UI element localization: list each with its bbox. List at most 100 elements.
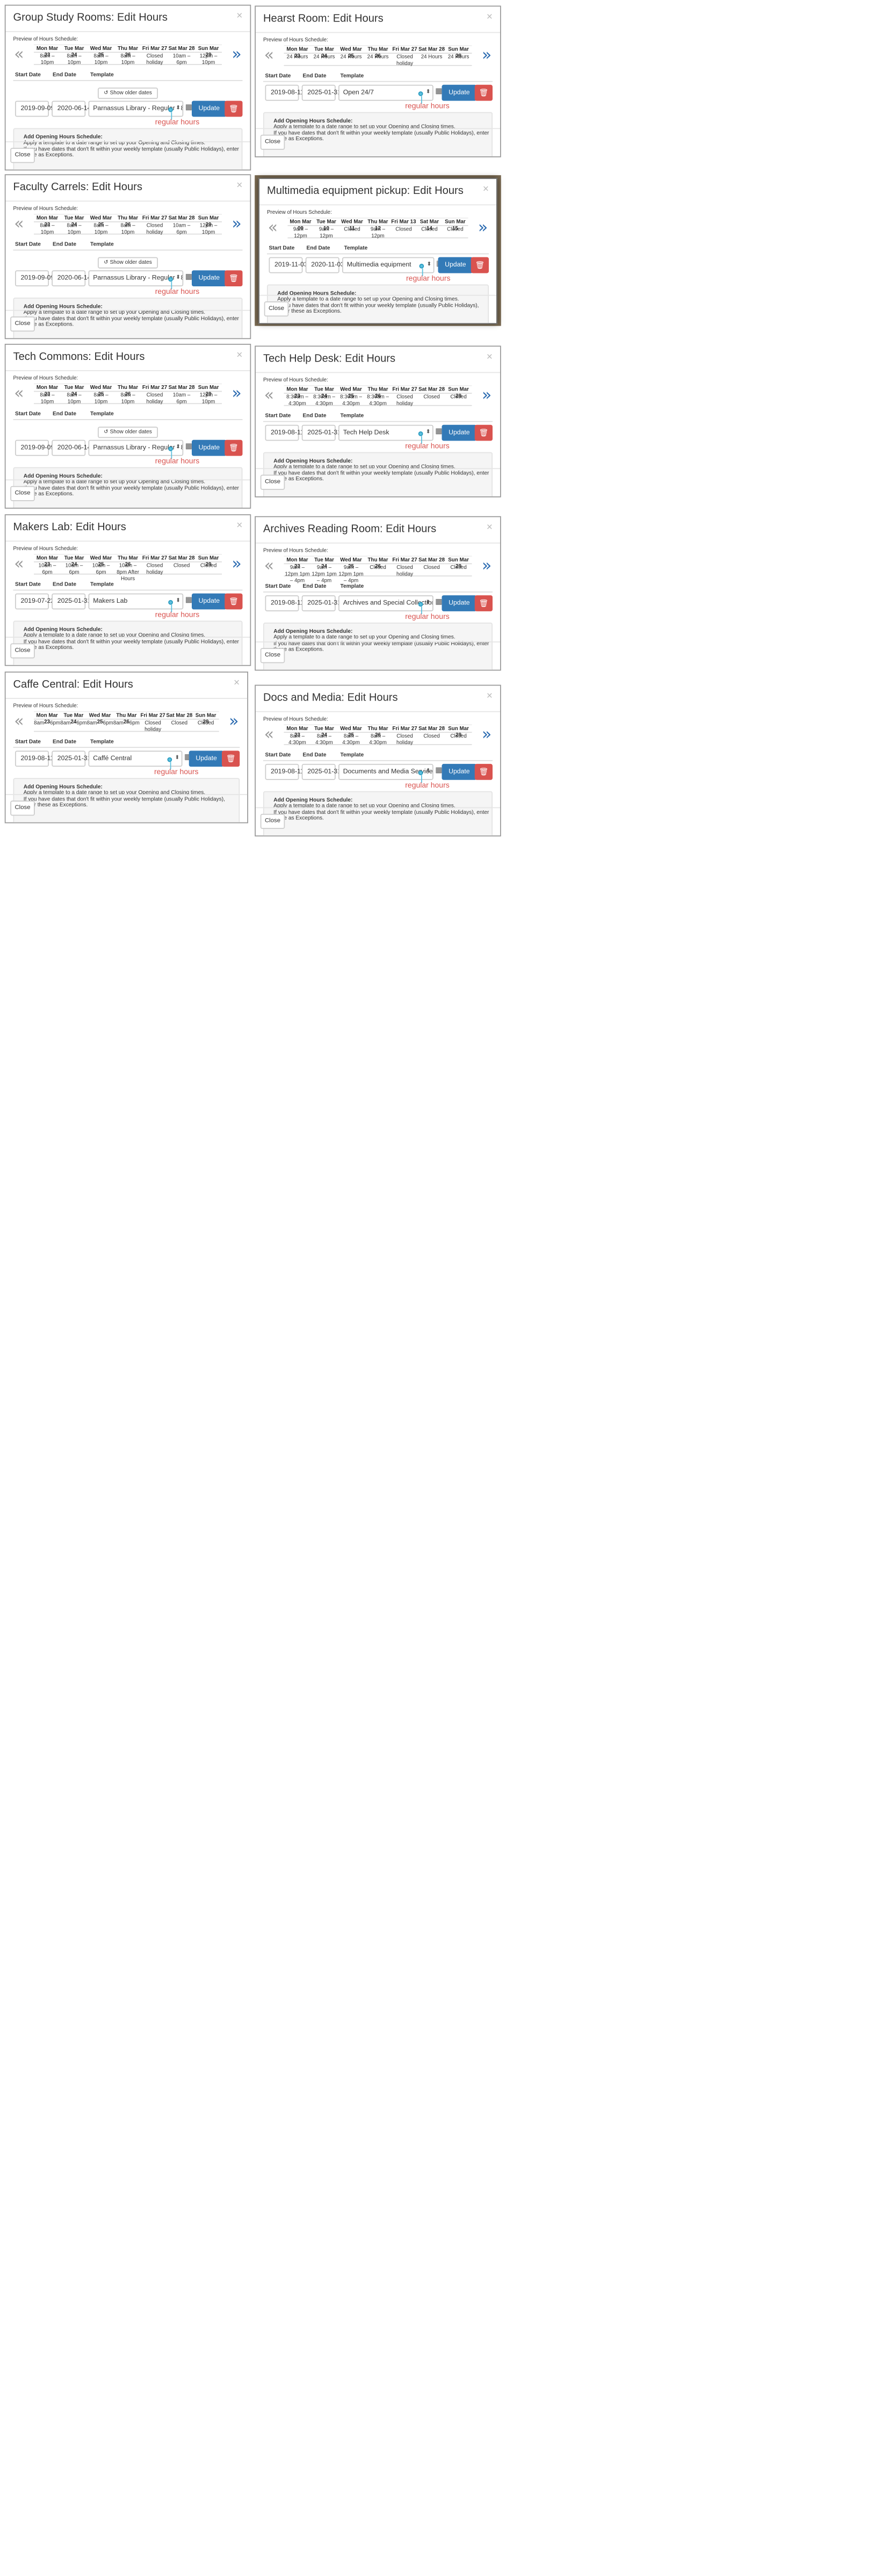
update-button[interactable]: Update xyxy=(192,100,227,117)
end-date-input[interactable]: 2020-06-14 xyxy=(52,439,91,456)
start-date-input[interactable]: 2019-08-11 xyxy=(265,84,304,101)
update-button[interactable]: Update xyxy=(192,439,227,456)
close-x-icon[interactable]: × xyxy=(487,690,493,702)
next-week-icon[interactable]: » xyxy=(482,45,491,66)
delete-button[interactable]: 🗑 xyxy=(225,270,243,287)
close-x-icon[interactable]: × xyxy=(236,349,242,360)
delete-button[interactable]: 🗑 xyxy=(225,439,243,456)
show-older-dates-button[interactable]: ↺ Show older dates xyxy=(98,88,158,99)
prev-week-icon[interactable]: « xyxy=(264,724,274,745)
close-button[interactable]: Close xyxy=(260,474,285,490)
start-date-input[interactable]: 2019-11-03 xyxy=(269,257,308,273)
prev-week-icon[interactable]: « xyxy=(14,214,24,235)
end-date-input[interactable]: 2025-01-31 xyxy=(301,84,341,101)
start-date-input[interactable]: 2019-09-09 xyxy=(15,100,54,117)
calendar-icon[interactable]: ▦ xyxy=(185,595,192,604)
update-button[interactable]: Update xyxy=(442,84,477,101)
next-week-icon[interactable]: » xyxy=(482,385,491,406)
calendar-icon[interactable]: ▦ xyxy=(185,103,192,111)
end-date-input[interactable]: 2025-01-31 xyxy=(301,763,341,780)
start-date-input[interactable]: 2019-07-22 xyxy=(15,593,54,610)
close-x-icon[interactable]: × xyxy=(487,351,493,363)
close-button[interactable]: Close xyxy=(260,134,285,150)
close-x-icon[interactable]: × xyxy=(234,677,240,689)
start-date-input[interactable]: 2019-08-11 xyxy=(265,595,304,611)
calendar-icon[interactable]: ▦ xyxy=(185,272,192,281)
update-button[interactable]: Update xyxy=(192,270,227,287)
calendar-icon[interactable]: ▦ xyxy=(185,442,192,450)
close-button[interactable]: Close xyxy=(260,813,285,829)
calendar-icon[interactable]: ▦ xyxy=(435,597,442,606)
next-week-icon[interactable]: » xyxy=(232,214,242,235)
next-week-icon[interactable]: » xyxy=(229,711,238,732)
next-week-icon[interactable]: » xyxy=(232,384,242,405)
delete-button[interactable]: 🗑 xyxy=(222,751,240,767)
delete-button[interactable]: 🗑 xyxy=(225,100,243,117)
day-name: Tue Mar 24 xyxy=(60,712,87,725)
close-x-icon[interactable]: × xyxy=(236,10,242,21)
update-button[interactable]: Update xyxy=(189,751,224,767)
delete-button[interactable]: 🗑 xyxy=(474,84,493,101)
close-button[interactable]: Close xyxy=(10,486,35,501)
end-date-input[interactable]: 2025-01-31 xyxy=(301,595,341,611)
end-date-input[interactable]: 2025-01-31 xyxy=(301,424,341,441)
prev-week-icon[interactable]: « xyxy=(264,45,274,66)
end-date-input[interactable]: 2020-06-14 xyxy=(52,270,91,287)
preview-day: Wed Mar 25 8:30am – 4:30pm xyxy=(337,386,365,407)
prev-week-icon[interactable]: « xyxy=(14,554,24,575)
end-date-input[interactable]: 2020-06-14 xyxy=(52,100,91,117)
close-button[interactable]: Close xyxy=(10,316,35,332)
next-week-icon[interactable]: » xyxy=(482,724,491,745)
day-hours: Closed xyxy=(200,563,217,569)
close-x-icon[interactable]: × xyxy=(483,184,489,195)
prev-week-icon[interactable]: « xyxy=(264,385,274,406)
delete-button[interactable]: 🗑 xyxy=(474,763,493,780)
delete-button[interactable]: 🗑 xyxy=(471,257,489,273)
modal-title: Tech Help Desk: Edit Hours xyxy=(263,353,396,365)
start-date-input[interactable]: 2019-09-09 xyxy=(15,439,54,456)
calendar-icon[interactable]: ▦ xyxy=(435,86,442,95)
close-button[interactable]: Close xyxy=(10,643,35,659)
delete-button[interactable]: 🗑 xyxy=(474,424,493,441)
close-button[interactable]: Close xyxy=(260,648,285,663)
close-button[interactable]: Close xyxy=(10,148,35,163)
calendar-icon[interactable]: ▦ xyxy=(435,766,442,774)
start-date-input[interactable]: 2019-08-11 xyxy=(15,751,54,767)
day-hours: 24 Hours xyxy=(286,54,308,61)
start-date-input[interactable]: 2019-08-11 xyxy=(265,763,304,780)
next-week-icon[interactable]: » xyxy=(232,44,242,65)
start-date-input[interactable]: 2019-08-11 xyxy=(265,424,304,441)
update-button[interactable]: Update xyxy=(442,595,477,611)
prev-week-icon[interactable]: « xyxy=(14,44,24,65)
update-button[interactable]: Update xyxy=(442,424,477,441)
day-name: Sun Mar 29 xyxy=(195,45,222,59)
prev-week-icon[interactable]: « xyxy=(268,218,278,239)
update-button[interactable]: Update xyxy=(192,593,227,610)
close-x-icon[interactable]: × xyxy=(236,180,242,191)
update-button[interactable]: Update xyxy=(442,763,477,780)
prev-week-icon[interactable]: « xyxy=(14,384,24,405)
show-older-dates-button[interactable]: ↺ Show older dates xyxy=(98,427,158,438)
calendar-icon[interactable]: ▦ xyxy=(435,427,442,435)
start-date-input[interactable]: 2019-09-09 xyxy=(15,270,54,287)
next-week-icon[interactable]: » xyxy=(482,555,491,576)
start-date-header: Start Date xyxy=(265,73,291,80)
delete-button[interactable]: 🗑 xyxy=(225,593,243,610)
preview-label: Preview of Hours Schedule: xyxy=(263,548,328,554)
delete-button[interactable]: 🗑 xyxy=(474,595,493,611)
close-x-icon[interactable]: × xyxy=(487,522,493,533)
update-button[interactable]: Update xyxy=(438,257,473,273)
next-week-icon[interactable]: » xyxy=(232,554,242,575)
end-date-input[interactable]: 2025-01-31 xyxy=(52,751,91,767)
close-button[interactable]: Close xyxy=(10,800,35,816)
end-date-input[interactable]: 2025-01-31 xyxy=(52,593,91,610)
show-older-dates-button[interactable]: ↺ Show older dates xyxy=(98,257,158,269)
end-date-input[interactable]: 2020-11-03 xyxy=(305,257,344,273)
preview-days: Mon Mar 23 9am – 12pm 1pm – 4pm Tue Mar 24… xyxy=(284,555,472,584)
prev-week-icon[interactable]: « xyxy=(264,555,274,576)
close-x-icon[interactable]: × xyxy=(236,520,242,531)
close-x-icon[interactable]: × xyxy=(487,11,493,23)
close-button[interactable]: Close xyxy=(264,301,289,317)
next-week-icon[interactable]: » xyxy=(478,218,488,239)
prev-week-icon[interactable]: « xyxy=(14,711,24,732)
